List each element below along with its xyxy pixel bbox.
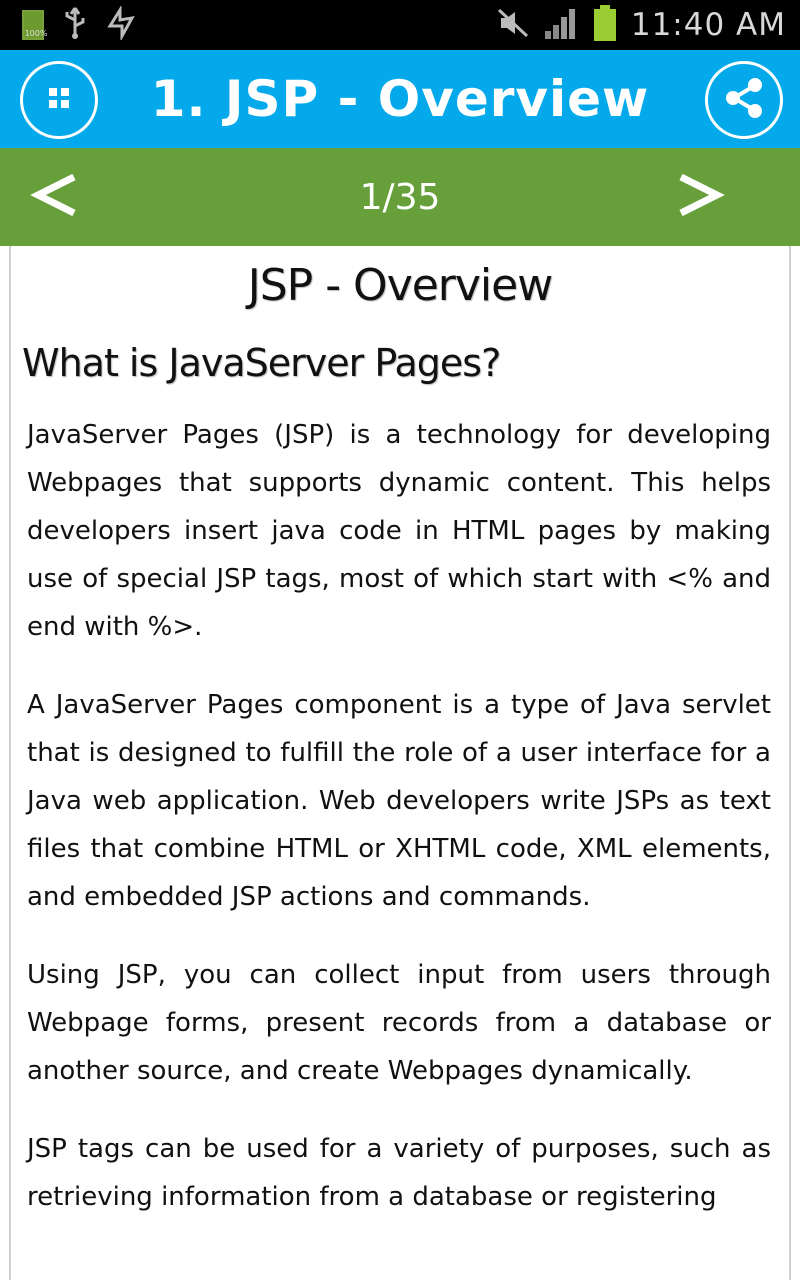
next-page-button[interactable] (655, 148, 745, 246)
article-content[interactable]: JSP - Overview What is JavaServer Pages?… (9, 246, 791, 1280)
paragraph: A JavaServer Pages component is a type o… (27, 690, 771, 912)
status-bar: 100% 11:40 AM (0, 0, 800, 50)
sync-icon (106, 4, 136, 44)
battery-full-icon (593, 5, 617, 45)
mute-icon (497, 8, 529, 42)
article-title: JSP - Overview (247, 260, 553, 311)
share-icon (722, 76, 766, 124)
section-heading: What is JavaServer Pages? (22, 341, 501, 385)
paragraph: Using JSP, you can collect input from us… (27, 960, 771, 1086)
grid-icon (47, 86, 71, 114)
previous-page-button[interactable] (10, 148, 100, 246)
app-header: 1. JSP - Overview (0, 50, 800, 148)
paragraph: JavaServer Pages (JSP) is a technology f… (27, 420, 771, 642)
battery-icon: 100% (22, 10, 47, 40)
pager-bar: 1/35 (0, 148, 800, 246)
page-title: 1. JSP - Overview (150, 70, 650, 128)
battery-percent: 100% (24, 29, 48, 38)
page-indicator: 1/35 (359, 176, 441, 218)
paragraph: JSP tags can be used for a variety of pu… (27, 1134, 771, 1212)
share-button[interactable] (705, 61, 783, 139)
chevron-right-icon (675, 171, 725, 223)
clock: 11:40 AM (630, 7, 786, 43)
menu-button[interactable] (20, 61, 98, 139)
usb-icon (62, 6, 88, 44)
signal-icon (543, 7, 579, 43)
chevron-left-icon (30, 171, 80, 223)
